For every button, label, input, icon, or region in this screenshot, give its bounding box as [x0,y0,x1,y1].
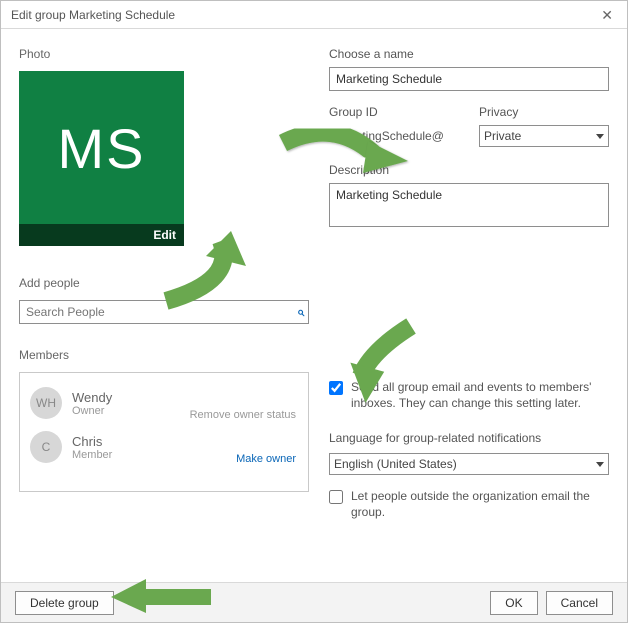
make-owner-link[interactable]: Make owner [236,453,296,465]
delete-group-button[interactable]: Delete group [15,591,114,615]
group-id-value: MarketingSchedule@ [329,125,459,143]
photo-edit-button[interactable]: Edit [19,224,184,246]
titlebar: Edit group Marketing Schedule ✕ [1,1,627,29]
description-label: Description [329,163,609,177]
avatar: WH [30,387,62,419]
remove-owner-status-link[interactable]: Remove owner status [190,409,296,421]
search-icon[interactable]: ⌕ [297,304,304,320]
member-name: Chris [72,434,112,449]
send-all-text: Send all group email and events to membe… [351,380,609,411]
chevron-down-icon [596,462,604,467]
window-title: Edit group Marketing Schedule [11,1,175,29]
group-id-label: Group ID [329,105,459,119]
right-column: Choose a name Group ID MarketingSchedule… [329,47,609,540]
member-name: Wendy [72,390,112,405]
privacy-value: Private [484,129,521,143]
privacy-select[interactable]: Private [479,125,609,147]
group-photo[interactable]: MS Edit [19,71,184,246]
add-people-label: Add people [19,276,309,290]
language-select[interactable]: English (United States) [329,453,609,475]
privacy-label: Privacy [479,105,609,119]
members-list: WH Wendy Owner Remove owner status C Chr… [19,372,309,492]
group-monogram: MS [58,116,146,181]
left-column: Photo MS Edit Add people ⌕ Members WH We… [19,47,309,540]
language-label: Language for group-related notifications [329,431,609,445]
chevron-down-icon [596,134,604,139]
name-label: Choose a name [329,47,609,61]
member-row[interactable]: C Chris Member Make owner [28,425,300,469]
avatar: C [30,431,62,463]
close-icon[interactable]: ✕ [597,1,617,29]
photo-label: Photo [19,47,309,61]
add-people-section: Add people ⌕ [19,276,309,324]
dialog-content: Photo MS Edit Add people ⌕ Members WH We… [1,29,627,552]
language-value: English (United States) [334,457,457,471]
member-role: Member [72,449,112,461]
button-bar: Delete group OK Cancel [1,582,627,622]
send-all-checkbox[interactable] [329,381,343,395]
outside-checkbox-row[interactable]: Let people outside the organization emai… [329,489,609,520]
group-name-input[interactable] [329,67,609,91]
search-people-input[interactable] [24,304,297,320]
send-all-checkbox-row[interactable]: Send all group email and events to membe… [329,380,609,411]
member-row[interactable]: WH Wendy Owner Remove owner status [28,381,300,425]
search-people-input-wrap[interactable]: ⌕ [19,300,309,324]
outside-text: Let people outside the organization emai… [351,489,609,520]
member-role: Owner [72,405,112,417]
description-input[interactable] [329,183,609,227]
members-label: Members [19,348,309,362]
ok-button[interactable]: OK [490,591,537,615]
outside-checkbox[interactable] [329,490,343,504]
cancel-button[interactable]: Cancel [546,591,613,615]
